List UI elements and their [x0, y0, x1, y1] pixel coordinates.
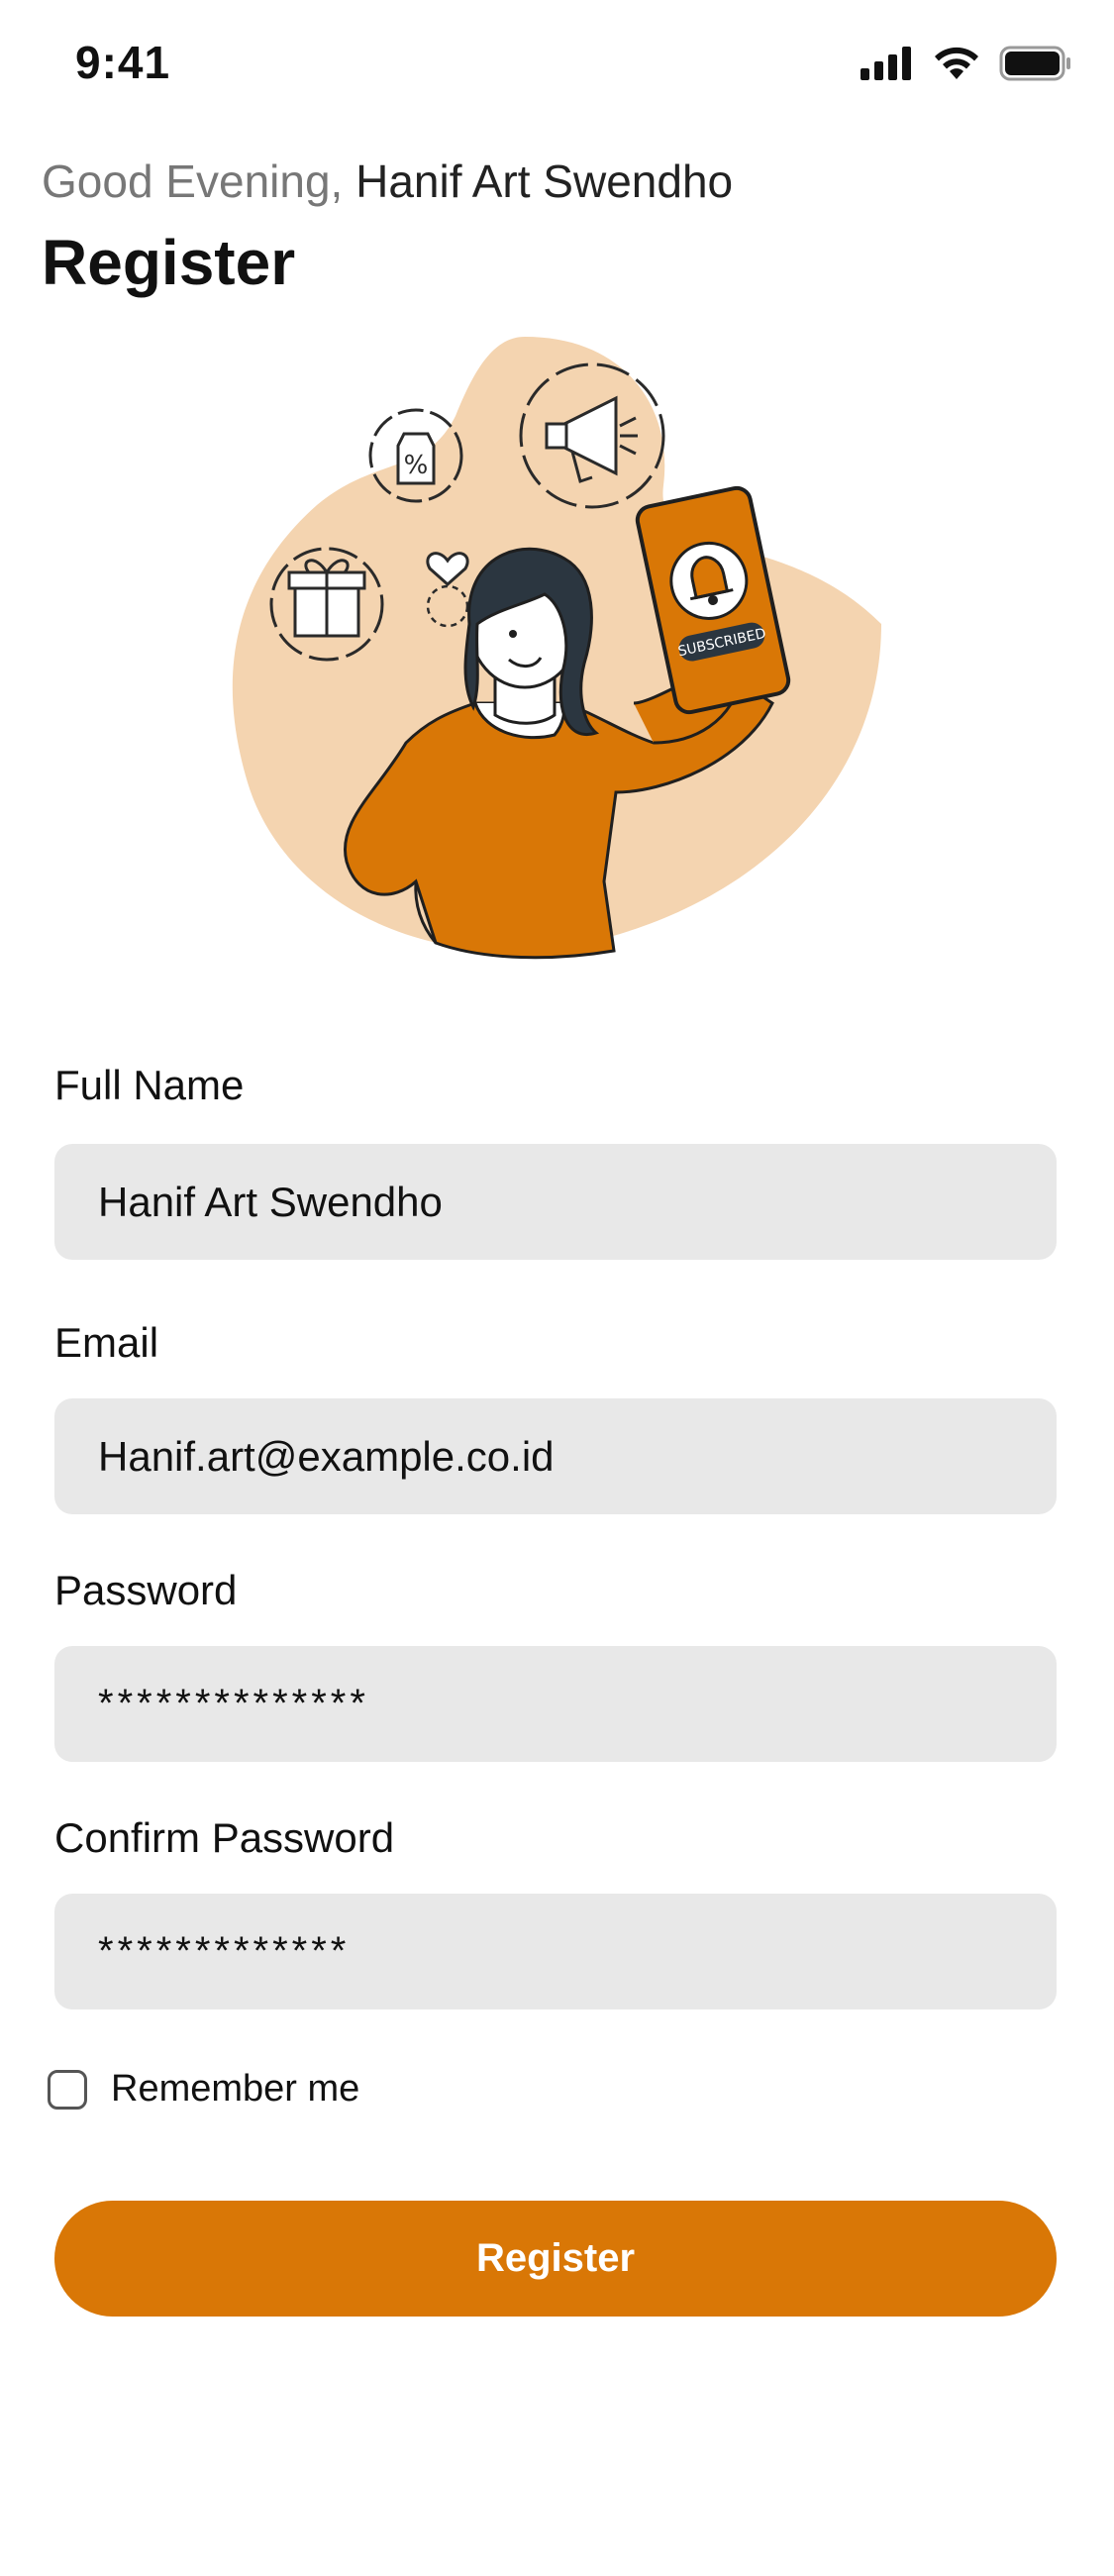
cellular-signal-icon	[861, 47, 911, 80]
full-name-input[interactable]	[54, 1144, 1057, 1260]
greeting-user-name: Hanif Art Swendho	[355, 155, 734, 207]
status-icons	[861, 46, 1072, 81]
greeting: Good Evening, Hanif Art Swendho	[42, 155, 733, 208]
wifi-icon	[935, 47, 978, 79]
remember-me-label: Remember me	[111, 2068, 360, 2110]
remember-me-checkbox[interactable]	[48, 2069, 87, 2110]
register-button[interactable]: Register	[54, 2201, 1057, 2317]
confirm-password-label: Confirm Password	[54, 1814, 395, 1861]
status-bar: 9:41	[0, 0, 1114, 129]
page-title: Register	[42, 227, 296, 298]
email-label: Email	[54, 1319, 159, 1366]
greeting-prefix: Good Evening,	[42, 155, 344, 207]
password-label: Password	[54, 1567, 238, 1613]
svg-text:%: %	[404, 451, 429, 480]
email-input[interactable]	[54, 1398, 1057, 1514]
confirm-password-input[interactable]	[54, 1894, 1057, 2009]
register-illustration: % SUBSCRIBED	[232, 337, 881, 960]
status-time: 9:41	[75, 37, 171, 88]
battery-icon	[999, 46, 1070, 81]
full-name-label: Full Name	[54, 1062, 245, 1108]
remember-me-row[interactable]: Remember me	[48, 2068, 359, 2111]
password-input[interactable]	[54, 1646, 1057, 1762]
